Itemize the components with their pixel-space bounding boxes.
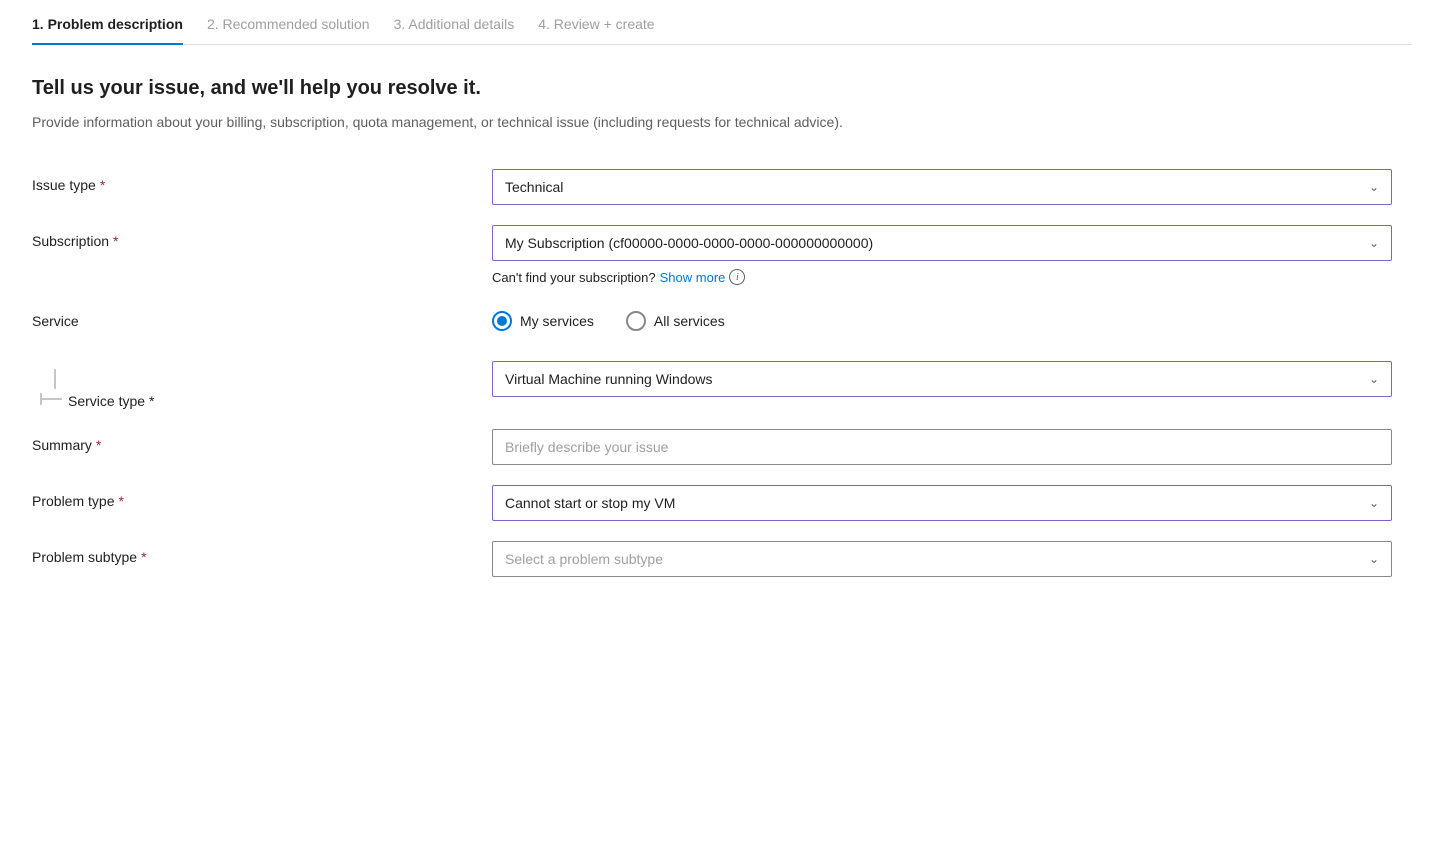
summary-required: * <box>96 437 101 453</box>
radio-all-services-label: All services <box>654 313 725 329</box>
service-control: My services All services <box>492 305 1392 331</box>
service-type-select[interactable]: Virtual Machine running Windows ⌄ <box>492 361 1392 397</box>
problem-type-required: * <box>118 493 123 509</box>
problem-subtype-control: Select a problem subtype ⌄ <box>492 541 1392 577</box>
steps-nav: 1. Problem description 2. Recommended so… <box>32 0 1412 45</box>
problem-type-row: Problem type * Cannot start or stop my V… <box>32 485 1412 521</box>
subscription-required: * <box>113 233 118 249</box>
subscription-row: Subscription * My Subscription (cf00000-… <box>32 225 1412 285</box>
issue-type-required: * <box>100 177 105 193</box>
subscription-select[interactable]: My Subscription (cf00000-0000-0000-0000-… <box>492 225 1392 261</box>
service-type-indent: Service type * <box>32 361 492 409</box>
service-type-required: * <box>149 393 154 409</box>
radio-all-services-circle <box>626 311 646 331</box>
problem-subtype-required: * <box>141 549 146 565</box>
step-2-label: 2. Recommended solution <box>207 16 370 32</box>
radio-my-services-circle <box>492 311 512 331</box>
service-type-label: Service type * <box>68 389 155 409</box>
problem-subtype-placeholder: Select a problem subtype <box>505 551 663 567</box>
service-type-row: Service type * Virtual Machine running W… <box>32 361 1412 409</box>
issue-type-row: Issue type * Technical ⌄ <box>32 169 1412 205</box>
page-container: 1. Problem description 2. Recommended so… <box>0 0 1444 849</box>
issue-type-value: Technical <box>505 179 563 195</box>
subscription-value: My Subscription (cf00000-0000-0000-0000-… <box>505 235 873 251</box>
radio-my-services[interactable]: My services <box>492 311 594 331</box>
step-4[interactable]: 4. Review + create <box>538 0 678 44</box>
step-3[interactable]: 3. Additional details <box>394 0 539 44</box>
summary-input[interactable] <box>492 429 1392 465</box>
service-type-control: Virtual Machine running Windows ⌄ <box>492 361 1392 397</box>
page-description: Provide information about your billing, … <box>32 112 932 133</box>
page-title: Tell us your issue, and we'll help you r… <box>32 77 1412 100</box>
problem-type-value: Cannot start or stop my VM <box>505 495 675 511</box>
problem-type-chevron: ⌄ <box>1369 496 1379 510</box>
problem-type-label: Problem type * <box>32 485 492 509</box>
problem-type-select[interactable]: Cannot start or stop my VM ⌄ <box>492 485 1392 521</box>
step-3-label: 3. Additional details <box>394 16 515 32</box>
summary-row: Summary * <box>32 429 1412 465</box>
subscription-label: Subscription * <box>32 225 492 249</box>
problem-subtype-chevron: ⌄ <box>1369 552 1379 566</box>
subscription-control: My Subscription (cf00000-0000-0000-0000-… <box>492 225 1392 285</box>
problem-subtype-select[interactable]: Select a problem subtype ⌄ <box>492 541 1392 577</box>
step-1[interactable]: 1. Problem description <box>32 0 207 44</box>
problem-subtype-label: Problem subtype * <box>32 541 492 565</box>
summary-label: Summary * <box>32 429 492 453</box>
radio-all-services[interactable]: All services <box>626 311 725 331</box>
service-type-chevron: ⌄ <box>1369 372 1379 386</box>
service-type-value: Virtual Machine running Windows <box>505 371 713 387</box>
problem-type-control: Cannot start or stop my VM ⌄ <box>492 485 1392 521</box>
info-icon[interactable]: i <box>729 269 745 285</box>
issue-type-label: Issue type * <box>32 169 492 193</box>
step-2[interactable]: 2. Recommended solution <box>207 0 394 44</box>
subscription-hint: Can't find your subscription? Show more … <box>492 269 1392 285</box>
show-more-link[interactable]: Show more <box>660 270 726 285</box>
service-radio-group: My services All services <box>492 305 1392 331</box>
radio-my-services-label: My services <box>520 313 594 329</box>
service-label: Service <box>32 305 492 329</box>
step-4-label: 4. Review + create <box>538 16 654 32</box>
subscription-chevron: ⌄ <box>1369 236 1379 250</box>
issue-type-chevron: ⌄ <box>1369 180 1379 194</box>
issue-type-select[interactable]: Technical ⌄ <box>492 169 1392 205</box>
step-1-label: 1. Problem description <box>32 16 183 32</box>
summary-control <box>492 429 1392 465</box>
problem-subtype-row: Problem subtype * Select a problem subty… <box>32 541 1412 577</box>
service-row: Service My services All services <box>32 305 1412 341</box>
issue-type-control: Technical ⌄ <box>492 169 1392 205</box>
